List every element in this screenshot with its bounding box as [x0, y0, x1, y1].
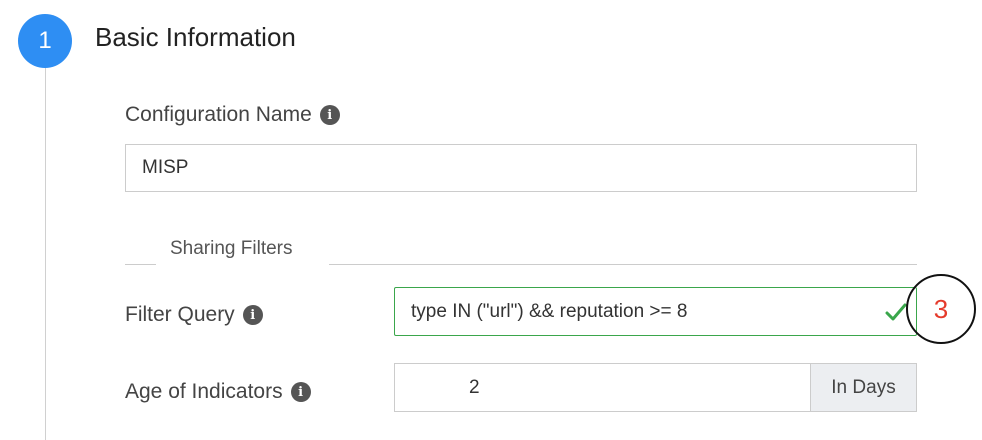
age-of-indicators-value: 2 — [469, 376, 480, 398]
step-connector-line — [45, 60, 46, 440]
info-icon[interactable]: i — [290, 382, 311, 402]
age-of-indicators-input[interactable]: 2 — [394, 363, 811, 412]
annotation-callout: 3 — [906, 274, 976, 344]
filter-query-input[interactable]: type IN ("url") && reputation >= 8 — [394, 287, 917, 336]
age-of-indicators-label: Age of Indicators i — [125, 380, 311, 404]
config-name-input[interactable]: MISP — [125, 144, 917, 192]
config-name-label-text: Configuration Name — [125, 103, 312, 126]
section-divider-left — [125, 264, 156, 265]
config-name-label: Configuration Name i — [125, 103, 340, 127]
in-days-addon: In Days — [810, 363, 917, 412]
step-title: Basic Information — [95, 22, 296, 52]
age-of-indicators-label-text: Age of Indicators — [125, 380, 283, 403]
filter-query-value: type IN ("url") && reputation >= 8 — [411, 300, 688, 322]
annotation-number: 3 — [933, 293, 949, 324]
step-number: 1 — [38, 27, 52, 54]
config-name-value: MISP — [142, 157, 189, 178]
info-icon[interactable]: i — [242, 305, 263, 325]
info-icon[interactable]: i — [319, 105, 340, 125]
section-divider-right — [329, 264, 917, 265]
filter-query-label: Filter Query i — [125, 303, 263, 327]
checkmark-icon — [885, 303, 907, 320]
filter-query-label-text: Filter Query — [125, 303, 235, 326]
sharing-filters-section-label: Sharing Filters — [170, 238, 293, 259]
step-number-badge: 1 — [18, 14, 72, 68]
